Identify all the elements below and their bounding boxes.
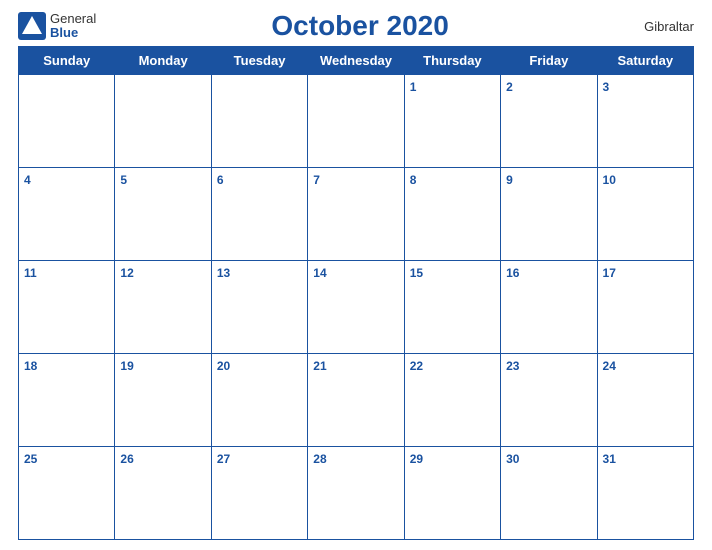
weekday-header-row: Sunday Monday Tuesday Wednesday Thursday… — [19, 47, 694, 75]
header-monday: Monday — [115, 47, 211, 75]
day-number: 17 — [603, 266, 616, 280]
day-number: 4 — [24, 173, 31, 187]
calendar-cell: 13 — [211, 261, 307, 354]
header-thursday: Thursday — [404, 47, 500, 75]
calendar-cell: 23 — [501, 354, 597, 447]
calendar-cell: 29 — [404, 447, 500, 540]
calendar-cell: 17 — [597, 261, 693, 354]
header-friday: Friday — [501, 47, 597, 75]
day-number: 15 — [410, 266, 423, 280]
calendar-cell: 26 — [115, 447, 211, 540]
calendar-cell: 14 — [308, 261, 404, 354]
header-tuesday: Tuesday — [211, 47, 307, 75]
calendar-cell: 28 — [308, 447, 404, 540]
week-row-1: 4 5 6 7 8 9 10 — [19, 168, 694, 261]
day-number: 24 — [603, 359, 616, 373]
day-number: 21 — [313, 359, 326, 373]
logo: General Blue — [18, 12, 96, 41]
calendar-cell: 3 — [597, 75, 693, 168]
logo-blue-text: Blue — [50, 26, 96, 40]
calendar-cell: 27 — [211, 447, 307, 540]
calendar-cell: 22 — [404, 354, 500, 447]
week-row-0: 1 2 3 — [19, 75, 694, 168]
calendar-cell — [19, 75, 115, 168]
calendar-cell: 6 — [211, 168, 307, 261]
day-number: 1 — [410, 80, 417, 94]
logo-text: General Blue — [50, 12, 96, 41]
calendar-cell: 12 — [115, 261, 211, 354]
calendar-cell: 1 — [404, 75, 500, 168]
day-number: 12 — [120, 266, 133, 280]
calendar-cell: 11 — [19, 261, 115, 354]
calendar-cell: 8 — [404, 168, 500, 261]
calendar-cell: 15 — [404, 261, 500, 354]
day-number: 7 — [313, 173, 320, 187]
calendar-title: October 2020 — [96, 10, 624, 42]
day-number: 10 — [603, 173, 616, 187]
calendar-cell: 24 — [597, 354, 693, 447]
calendar-cell — [308, 75, 404, 168]
day-number: 30 — [506, 452, 519, 466]
header-saturday: Saturday — [597, 47, 693, 75]
top-bar: General Blue October 2020 Gibraltar — [18, 10, 694, 42]
day-number: 3 — [603, 80, 610, 94]
day-number: 27 — [217, 452, 230, 466]
day-number: 25 — [24, 452, 37, 466]
day-number: 8 — [410, 173, 417, 187]
day-number: 16 — [506, 266, 519, 280]
day-number: 26 — [120, 452, 133, 466]
logo-icon — [18, 12, 46, 40]
day-number: 22 — [410, 359, 423, 373]
calendar-cell: 2 — [501, 75, 597, 168]
day-number: 2 — [506, 80, 513, 94]
calendar-cell: 7 — [308, 168, 404, 261]
calendar-cell: 5 — [115, 168, 211, 261]
calendar-cell: 30 — [501, 447, 597, 540]
day-number: 29 — [410, 452, 423, 466]
day-number: 23 — [506, 359, 519, 373]
day-number: 18 — [24, 359, 37, 373]
calendar-cell: 20 — [211, 354, 307, 447]
day-number: 11 — [24, 266, 37, 280]
day-number: 14 — [313, 266, 326, 280]
calendar-cell: 21 — [308, 354, 404, 447]
logo-general-text: General — [50, 12, 96, 26]
calendar-cell — [211, 75, 307, 168]
calendar-cell — [115, 75, 211, 168]
week-row-3: 18 19 20 21 22 23 24 — [19, 354, 694, 447]
header-wednesday: Wednesday — [308, 47, 404, 75]
calendar-cell: 18 — [19, 354, 115, 447]
day-number: 6 — [217, 173, 224, 187]
day-number: 13 — [217, 266, 230, 280]
calendar-table: Sunday Monday Tuesday Wednesday Thursday… — [18, 46, 694, 540]
calendar-cell: 4 — [19, 168, 115, 261]
header-sunday: Sunday — [19, 47, 115, 75]
week-row-4: 25 26 27 28 29 30 31 — [19, 447, 694, 540]
day-number: 19 — [120, 359, 133, 373]
region-label: Gibraltar — [624, 19, 694, 34]
calendar-cell: 19 — [115, 354, 211, 447]
calendar-cell: 25 — [19, 447, 115, 540]
calendar-cell: 10 — [597, 168, 693, 261]
day-number: 9 — [506, 173, 513, 187]
day-number: 31 — [603, 452, 616, 466]
calendar-cell: 16 — [501, 261, 597, 354]
week-row-2: 11 12 13 14 15 16 17 — [19, 261, 694, 354]
day-number: 28 — [313, 452, 326, 466]
day-number: 20 — [217, 359, 230, 373]
calendar-cell: 9 — [501, 168, 597, 261]
day-number: 5 — [120, 173, 127, 187]
calendar-cell: 31 — [597, 447, 693, 540]
